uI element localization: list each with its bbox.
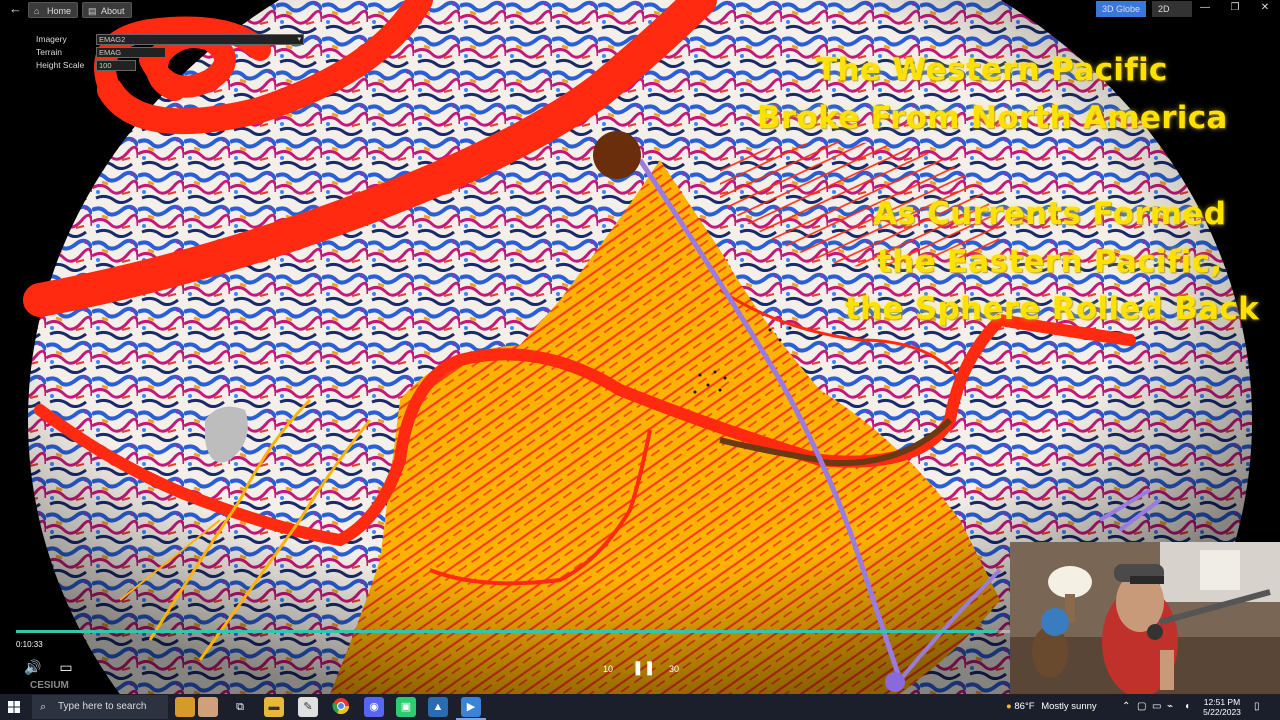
home-icon: ⌂ xyxy=(34,6,40,16)
weather-icon: ● xyxy=(1006,701,1012,712)
home-button[interactable]: ⌂ Home xyxy=(28,2,79,18)
height-scale-label: Height Scale xyxy=(36,60,85,70)
cesium-logo: CESIUM xyxy=(30,680,69,691)
overlay-line-2: Broke From North America xyxy=(757,100,1228,136)
terrain-label: Terrain xyxy=(36,47,62,57)
forward-30-icon: 30 xyxy=(668,664,679,674)
taskbar-search[interactable]: ⌕ Type here to search xyxy=(32,695,168,719)
search-placeholder: Type here to search xyxy=(58,701,147,712)
volume-icon[interactable]: 🔊 xyxy=(24,659,42,676)
taskbar-app-4[interactable]: ▣ xyxy=(396,697,416,717)
chrome-icon[interactable] xyxy=(331,697,351,717)
video-progress-fill xyxy=(16,630,996,633)
taskbar-app-5[interactable]: ▲ xyxy=(428,697,448,717)
tray-icon-2[interactable]: ▭ xyxy=(1152,694,1161,720)
chevron-down-icon: ▾ xyxy=(297,36,301,43)
about-label: About xyxy=(101,6,125,16)
about-icon: ▤ xyxy=(88,6,97,16)
video-progress-bar[interactable] xyxy=(16,630,1016,633)
forward-30-button[interactable]: 30 xyxy=(664,659,684,675)
taskbar-app-3[interactable]: ✎ xyxy=(298,697,318,717)
pause-icon[interactable]: ❚❚ xyxy=(632,659,655,676)
minimize-icon[interactable]: — xyxy=(1198,2,1212,13)
view-3d-globe-button[interactable]: 3D Globe xyxy=(1096,1,1147,17)
terrain-select[interactable]: EMAG xyxy=(96,47,166,58)
restore-icon[interactable]: ❐ xyxy=(1228,2,1242,13)
system-clock[interactable]: 12:51 PM 5/22/2023 xyxy=(1200,697,1244,717)
replay-10-icon: 10 xyxy=(602,664,613,674)
taskbar: ⌕ Type here to search ⧉ ▬ ✎ ◉ ▣ ▲ ▶ ● 86… xyxy=(0,694,1280,720)
clock-date: 5/22/2023 xyxy=(1203,707,1241,717)
overlay-line-1: The Western Pacific xyxy=(816,52,1168,88)
view-2d-map-button[interactable]: 2D Map xyxy=(1152,1,1192,17)
imagery-value: EMAG2 xyxy=(99,35,126,44)
overlay-line-3: As Currents Formed xyxy=(873,196,1227,232)
chevron-up-icon[interactable]: ⌃ xyxy=(1122,694,1130,720)
home-label: Home xyxy=(47,6,72,16)
webcam-feed xyxy=(1010,542,1280,694)
layer-panel: Imagery Terrain Height Scale EMAG2 ▾ EMA… xyxy=(30,30,310,74)
height-scale-input[interactable]: 100 xyxy=(96,60,136,71)
current-time: 0:10:33 xyxy=(16,640,43,649)
about-button[interactable]: ▤ About xyxy=(82,2,132,18)
tray-icon-1[interactable]: ▢ xyxy=(1137,694,1146,720)
speaker-icon[interactable]: ◖ xyxy=(1184,694,1190,720)
terrain-value: EMAG xyxy=(99,48,122,57)
file-explorer-icon[interactable]: ▬ xyxy=(264,697,284,717)
screen: ← ⌂ Home ▤ About Imagery Terrain Height … xyxy=(0,0,1280,720)
view-3d-label: 3D Globe xyxy=(1102,4,1141,14)
network-icon[interactable]: ⌁ xyxy=(1167,694,1173,720)
weather-text: Mostly sunny xyxy=(1041,701,1097,712)
taskbar-app-1[interactable] xyxy=(175,697,195,717)
notification-icon[interactable]: ▯ xyxy=(1254,694,1260,720)
taskbar-app-active[interactable]: ▶ xyxy=(461,697,481,717)
captions-icon[interactable]: ▭ xyxy=(57,659,75,676)
task-view-icon[interactable]: ⧉ xyxy=(230,697,250,717)
weather-widget[interactable]: ● 86°F Mostly sunny xyxy=(1006,694,1097,720)
view-2d-label: 2D Map xyxy=(1158,4,1170,14)
imagery-label: Imagery xyxy=(36,34,67,44)
windows-start-icon[interactable] xyxy=(4,698,24,716)
brown-marker xyxy=(593,131,641,179)
weather-temp: 86°F xyxy=(1014,701,1035,712)
replay-10-button[interactable]: 10 xyxy=(598,659,618,675)
height-scale-value: 100 xyxy=(99,61,112,70)
imagery-select[interactable]: EMAG2 ▾ xyxy=(96,34,304,45)
discord-icon[interactable]: ◉ xyxy=(364,697,384,717)
taskbar-app-2[interactable] xyxy=(198,697,218,717)
clock-time: 12:51 PM xyxy=(1203,697,1241,707)
back-arrow-icon[interactable]: ← xyxy=(9,1,22,16)
close-icon[interactable]: ✕ xyxy=(1258,2,1272,13)
search-icon: ⌕ xyxy=(40,701,47,713)
overlay-line-4: the Eastern Pacific, xyxy=(877,244,1223,280)
overlay-line-5: the Sphere Rolled Back xyxy=(845,291,1259,327)
